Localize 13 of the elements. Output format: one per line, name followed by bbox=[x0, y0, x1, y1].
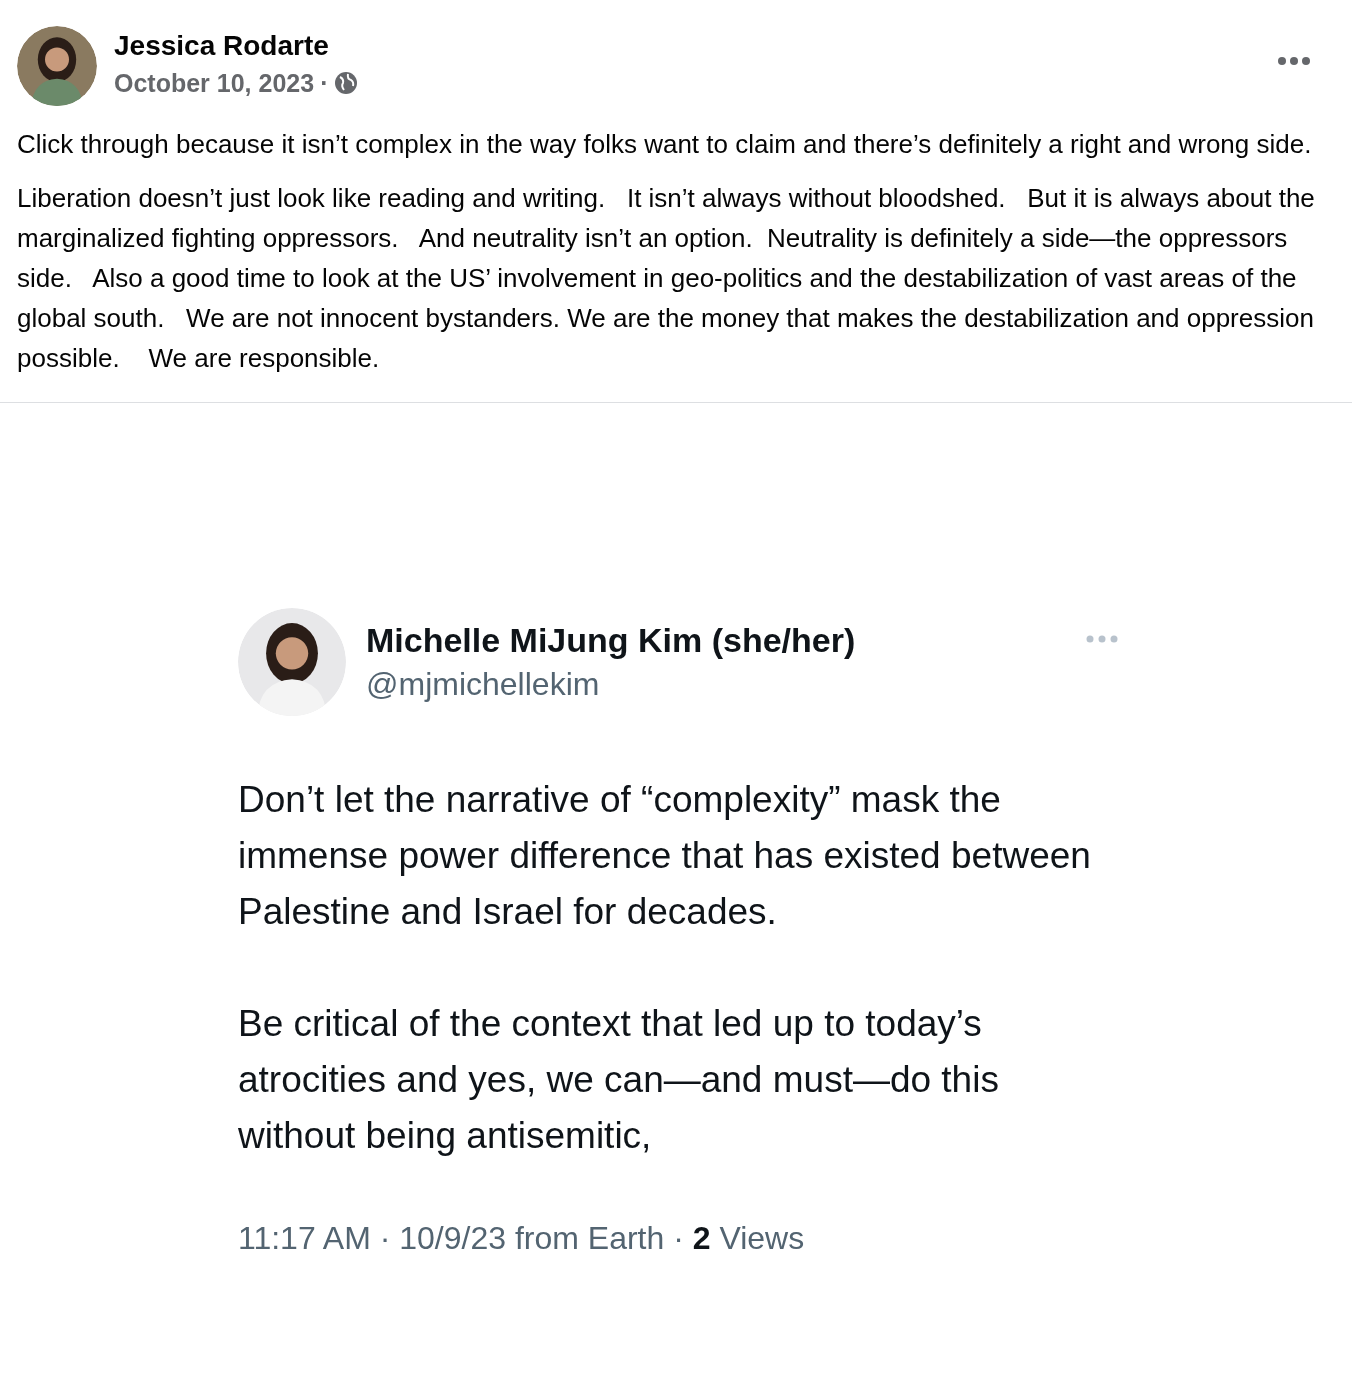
tweet-text: Be critical of the context that led up to today’s atrocities and yes, we can—and must—do this without being antisemitic, bbox=[238, 1002, 1000, 1158]
more-options-icon bbox=[1084, 634, 1120, 644]
post-text: Click through because it isn’t complex in the way folks want to claim and there’s definitely a right and wrong side. bbox=[17, 128, 1313, 161]
globe-icon bbox=[334, 71, 359, 95]
author-name[interactable]: Jessica Rodarte bbox=[114, 26, 359, 66]
post-text: Liberation doesn’t just look like reading and writing. It isn’t always without bloodshed. But it is always about the marginalized fighting oppressors. And neutrality isn’t an option. Neutrality is definitely a side—the oppressors side. Also a good time to look at the US’ involvement in geo-politics and the destabilization of vast areas of the global south. We are not innocent bystanders. We are the money that makes the destabilization and oppression possible. We are responsible. bbox=[17, 182, 1316, 375]
tweet-timestamp: 11:17 AM · 10/9/23 from Earth · 2 Views bbox=[238, 1219, 806, 1258]
tweet-text: Don’t let the narrative of “complexity” mask the immense power difference that has existed between Palestine and Israel for decades. bbox=[238, 778, 1092, 934]
tweet-handle: @mjmichellekim bbox=[366, 665, 601, 704]
separator-dot: · bbox=[320, 68, 329, 99]
more-options-icon[interactable] bbox=[1277, 56, 1311, 66]
post-date[interactable]: October 10, 2023 bbox=[114, 66, 315, 100]
tweet-author-name: Michelle MiJung Kim (she/her) bbox=[366, 620, 856, 661]
